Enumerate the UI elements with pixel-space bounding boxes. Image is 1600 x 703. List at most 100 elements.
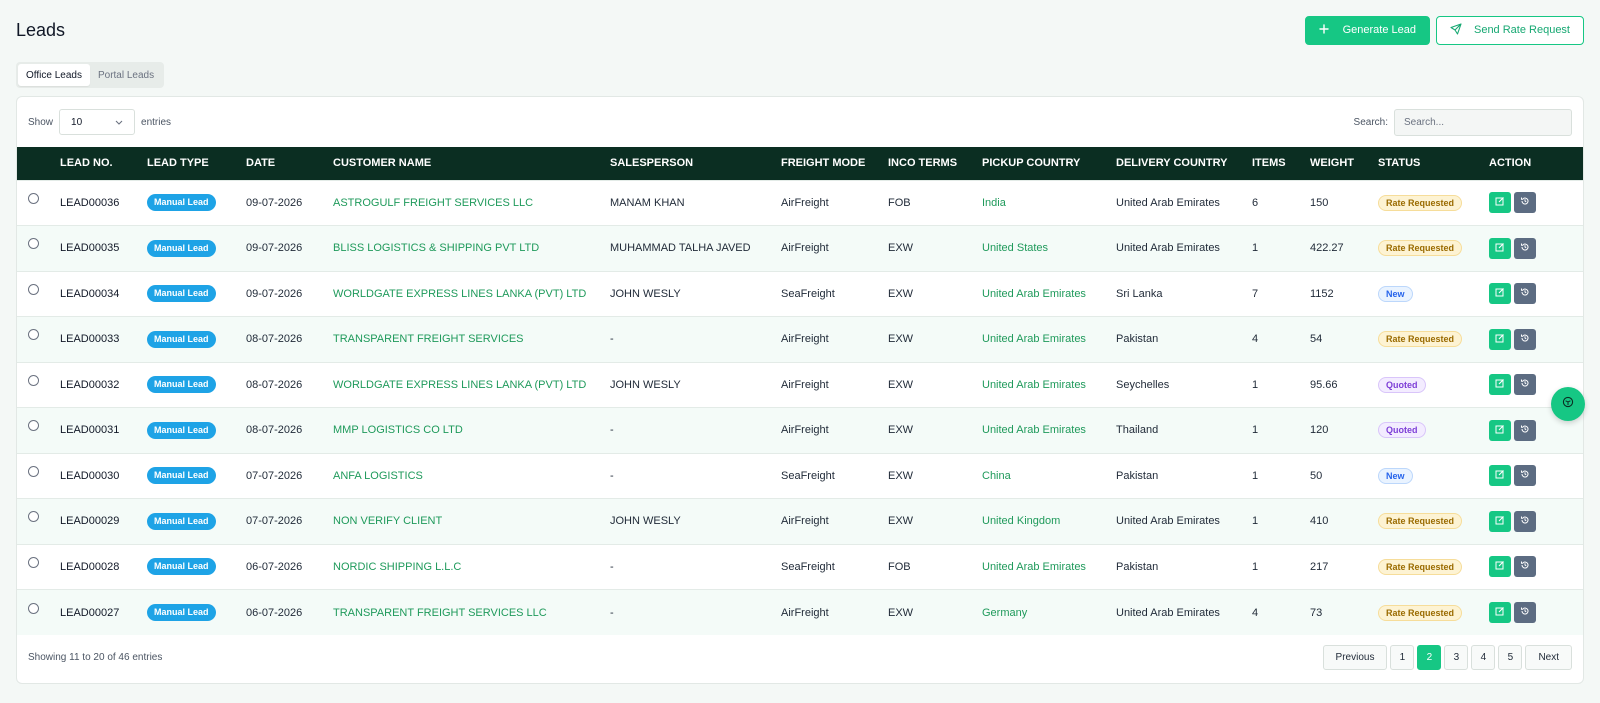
- pickup-country-cell: United States: [982, 225, 1116, 271]
- freight-mode-cell: AirFreight: [781, 316, 888, 362]
- edit-button[interactable]: [1489, 556, 1511, 578]
- lead-type-badge: Manual Lead: [147, 330, 216, 348]
- row-radio[interactable]: [28, 602, 39, 614]
- history-button[interactable]: [1514, 374, 1536, 396]
- page-5-button[interactable]: 5: [1498, 645, 1523, 670]
- lead-no-cell: LEAD00031: [60, 407, 147, 453]
- customer-name-link[interactable]: TRANSPARENT FREIGHT SERVICES LLC: [333, 607, 547, 619]
- delivery-country-cell: Pakistan: [1116, 543, 1252, 590]
- lead-no-cell: LEAD00030: [60, 452, 147, 499]
- row-select-cell: [17, 589, 60, 635]
- status-cell: Rate Requested: [1378, 225, 1489, 271]
- history-button[interactable]: [1514, 510, 1536, 532]
- table-row: LEAD00028 Manual Lead 06-07-2026 NORDIC SHI…: [17, 543, 1583, 590]
- weight-cell: 95.66: [1310, 361, 1378, 408]
- customer-name-link[interactable]: ANFA LOGISTICS: [333, 470, 423, 482]
- search-input[interactable]: [1394, 108, 1572, 136]
- edit-button[interactable]: [1489, 510, 1511, 532]
- date-cell: 09-07-2026: [246, 225, 333, 271]
- freight-mode-cell: SeaFreight: [781, 270, 888, 317]
- edit-button[interactable]: [1489, 374, 1511, 396]
- row-select-cell: [17, 498, 60, 544]
- lead-no: LEAD00029: [60, 515, 120, 528]
- customer-name-link[interactable]: NORDIC SHIPPING L.L.C: [333, 561, 461, 573]
- history-button[interactable]: [1514, 192, 1536, 214]
- status-cell: New: [1378, 452, 1489, 499]
- page-1-button[interactable]: 1: [1390, 645, 1415, 670]
- row-radio[interactable]: [28, 511, 39, 523]
- column-header-status: STATUS: [1378, 147, 1489, 180]
- history-button[interactable]: [1514, 556, 1536, 578]
- history-button[interactable]: [1514, 328, 1536, 350]
- entries-select[interactable]: 10: [59, 109, 136, 135]
- status-badge: Quoted: [1378, 422, 1426, 439]
- row-radio[interactable]: [28, 329, 39, 341]
- customer-name-link[interactable]: NON VERIFY CLIENT: [333, 515, 442, 527]
- customer-name-link[interactable]: TRANSPARENT FREIGHT SERVICES: [333, 333, 524, 345]
- edit-button[interactable]: [1489, 283, 1511, 305]
- row-radio[interactable]: [28, 283, 39, 295]
- lead-no: LEAD00027: [60, 606, 120, 619]
- items-cell: 7: [1252, 270, 1310, 317]
- row-radio[interactable]: [28, 238, 39, 250]
- lead-type-cell: Manual Lead: [147, 270, 246, 317]
- customer-name-link[interactable]: MMP LOGISTICS CO LTD: [333, 424, 463, 436]
- edit-button[interactable]: [1489, 328, 1511, 350]
- plus-icon: [1318, 23, 1329, 37]
- history-button[interactable]: [1514, 419, 1536, 441]
- customer-name-link[interactable]: WORLDGATE EXPRESS LINES LANKA (PVT) LTD: [333, 379, 586, 391]
- row-radio[interactable]: [28, 420, 39, 432]
- edit-icon: [1495, 378, 1505, 391]
- row-radio[interactable]: [28, 192, 39, 204]
- page-4-button[interactable]: 4: [1471, 645, 1496, 670]
- status-badge: Rate Requested: [1378, 513, 1463, 530]
- edit-button[interactable]: [1489, 419, 1511, 441]
- edit-button[interactable]: [1489, 237, 1511, 259]
- tab-office-leads[interactable]: Office Leads: [18, 64, 90, 86]
- status-cell: Rate Requested: [1378, 543, 1489, 590]
- weight-cell: 422.27: [1310, 225, 1378, 271]
- column-header-weight: WEIGHT: [1310, 147, 1378, 180]
- lead-type-cell: Manual Lead: [147, 452, 246, 499]
- history-button[interactable]: [1514, 283, 1536, 305]
- customer-name-link[interactable]: WORLDGATE EXPRESS LINES LANKA (PVT) LTD: [333, 288, 586, 300]
- customer-name-link[interactable]: ASTROGULF FREIGHT SERVICES LLC: [333, 197, 533, 209]
- leads-card: Show 10 entries Search: LEAD NO.LEAD TYP…: [16, 96, 1584, 684]
- date-cell: 08-07-2026: [246, 407, 333, 453]
- header-actions: Generate Lead Send Rate Request: [1304, 15, 1584, 45]
- lead-type-badge: Manual Lead: [147, 467, 216, 485]
- row-radio[interactable]: [28, 556, 39, 568]
- page-2-button[interactable]: 2: [1417, 645, 1442, 670]
- history-button[interactable]: [1514, 465, 1536, 487]
- history-icon: [1520, 378, 1530, 391]
- package-icon: [1562, 395, 1574, 413]
- previous-page-button[interactable]: Previous: [1322, 645, 1388, 670]
- row-select-cell: [17, 316, 60, 362]
- history-button[interactable]: [1514, 602, 1536, 623]
- column-header-items: ITEMS: [1252, 147, 1310, 180]
- column-header-action: ACTION: [1489, 147, 1583, 180]
- page-3-button[interactable]: 3: [1444, 645, 1469, 670]
- salesperson-cell: JOHN WESLY: [610, 498, 781, 544]
- row-radio[interactable]: [28, 374, 39, 386]
- edit-button[interactable]: [1489, 465, 1511, 487]
- history-button[interactable]: [1514, 237, 1536, 259]
- customer-name-link[interactable]: BLISS LOGISTICS & SHIPPING PVT LTD: [333, 242, 539, 254]
- table-row: LEAD00035 Manual Lead 09-07-2026 BLISS LOGI…: [17, 225, 1583, 271]
- edit-button[interactable]: [1489, 192, 1511, 214]
- lead-type-cell: Manual Lead: [147, 407, 246, 453]
- floating-action-button[interactable]: [1551, 387, 1585, 421]
- lead-no: LEAD00034: [60, 287, 120, 300]
- tab-portal-leads[interactable]: Portal Leads: [90, 64, 162, 86]
- row-select-cell: [17, 543, 60, 590]
- pickup-country-cell: Germany: [982, 589, 1116, 635]
- row-radio[interactable]: [28, 465, 39, 477]
- generate-lead-button[interactable]: Generate Lead: [1304, 15, 1430, 45]
- inco-terms-cell: EXW: [888, 225, 982, 271]
- next-page-button[interactable]: Next: [1525, 645, 1572, 670]
- customer-name-cell: WORLDGATE EXPRESS LINES LANKA (PVT) LTD: [333, 361, 610, 408]
- items-cell: 1: [1252, 543, 1310, 590]
- edit-button[interactable]: [1489, 602, 1511, 623]
- send-rate-request-button[interactable]: Send Rate Request: [1435, 15, 1584, 45]
- lead-no-cell: LEAD00028: [60, 543, 147, 590]
